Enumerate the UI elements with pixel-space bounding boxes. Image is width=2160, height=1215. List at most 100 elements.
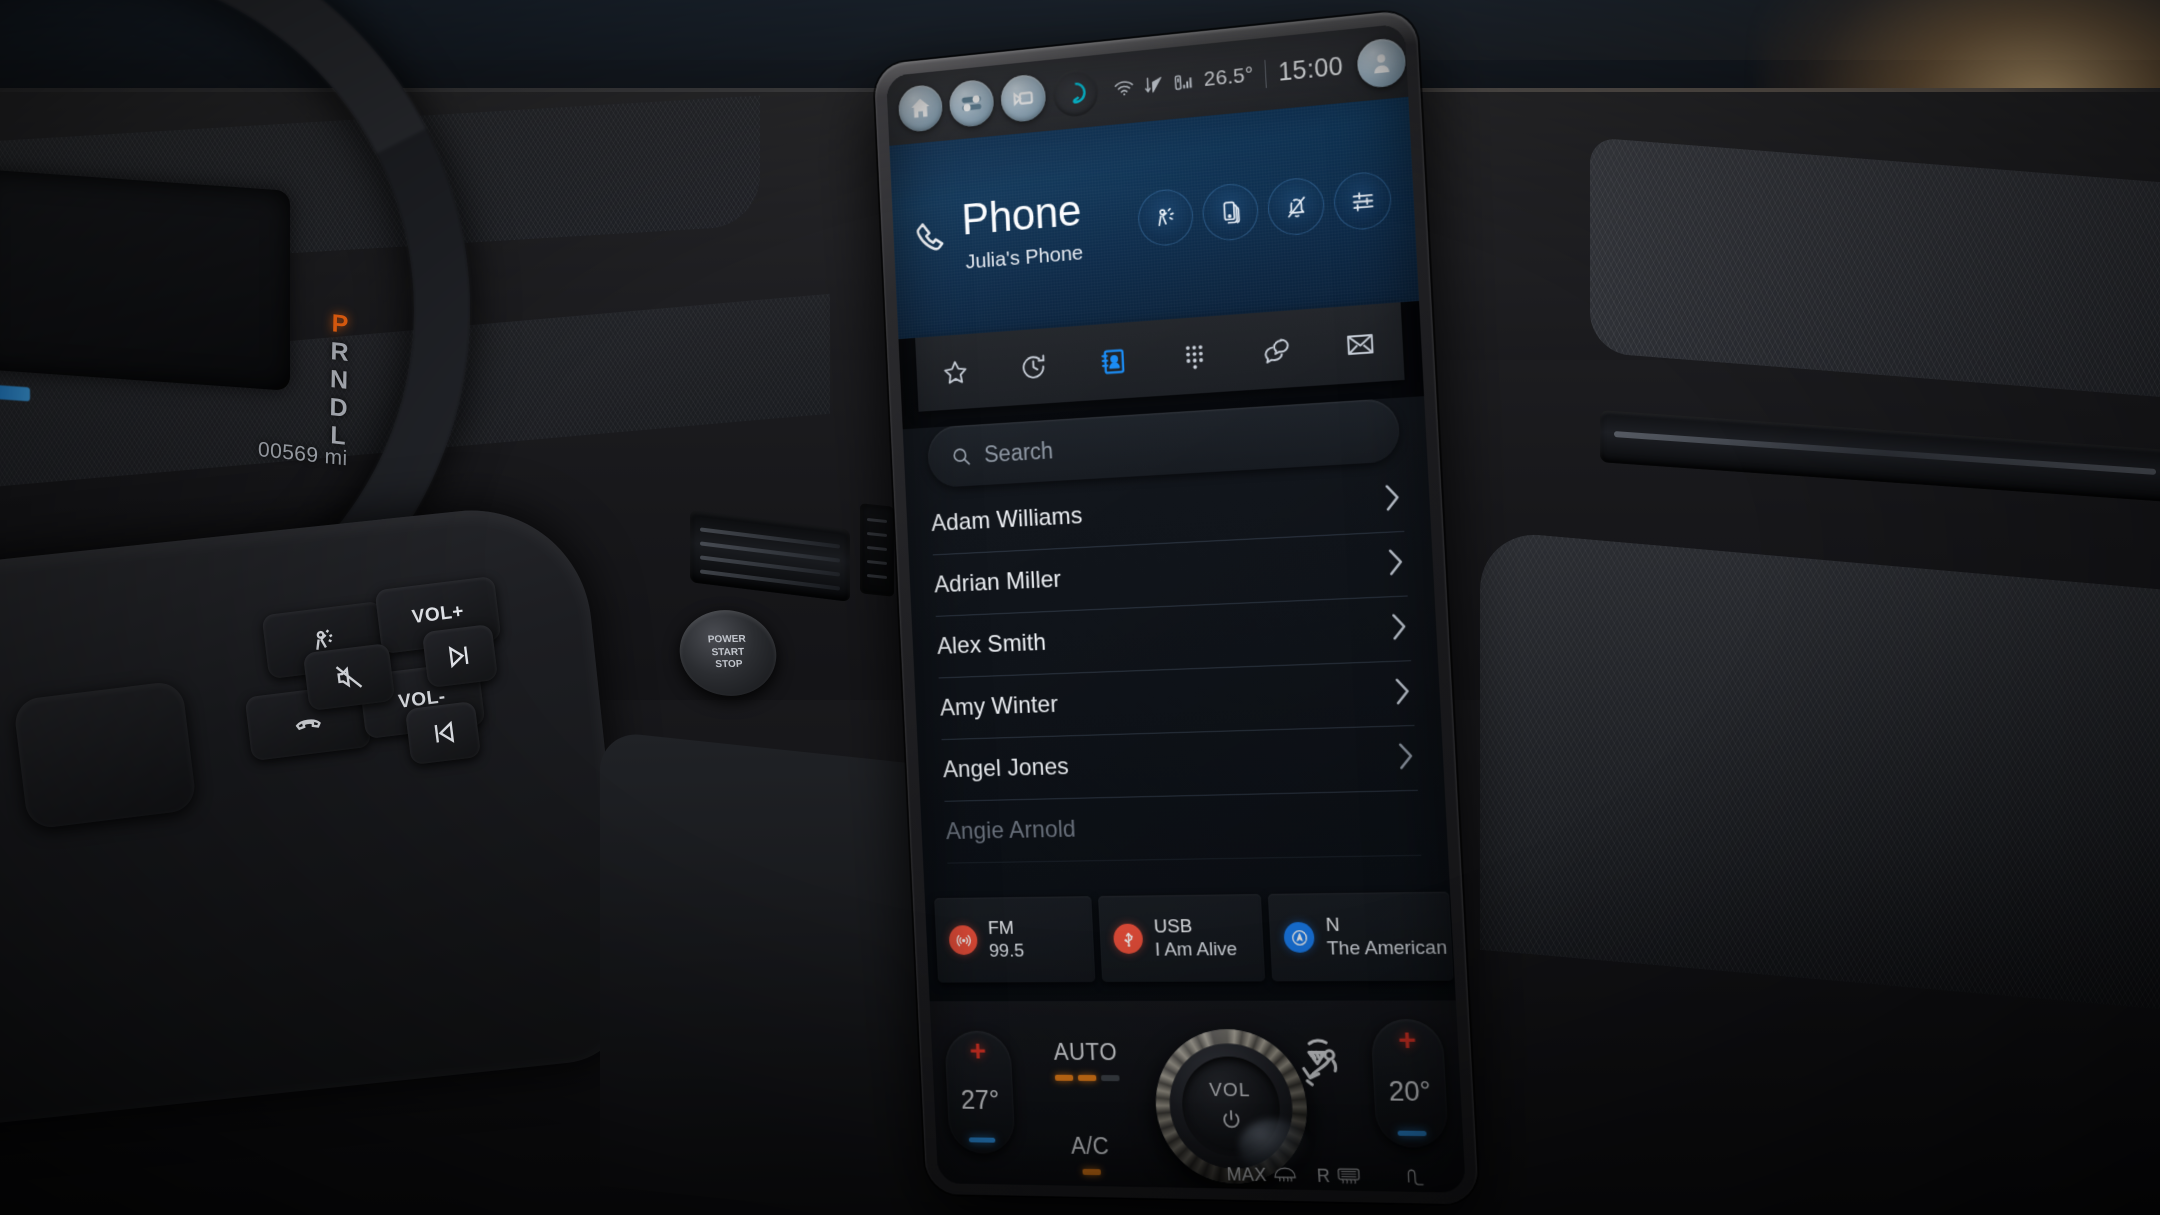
phone-stack-icon <box>1216 197 1244 226</box>
envelope-icon <box>1344 327 1377 361</box>
person-speaking-icon <box>1152 203 1180 232</box>
chevron-right-icon <box>1389 610 1410 647</box>
tab-contacts[interactable] <box>1071 321 1155 402</box>
search-input[interactable]: Search <box>984 437 1054 468</box>
cellular-signal-icon <box>1175 75 1192 90</box>
max-defrost-button[interactable]: MAX <box>1226 1163 1299 1193</box>
driver-temp-value: 27° <box>960 1084 1001 1116</box>
phone-settings-button[interactable] <box>1332 170 1393 232</box>
chevron-right-icon <box>1396 740 1417 777</box>
previous-track-icon <box>434 720 455 743</box>
contacts-panel: Search Adam Williams Adrian Miller Alex … <box>902 396 1450 892</box>
end-call-icon <box>295 719 321 731</box>
phone-title-block: Phone Julia's Phone <box>960 185 1084 274</box>
connected-device-name: Julia's Phone <box>965 240 1084 274</box>
driver-temperature[interactable]: + 27° <box>944 1030 1016 1154</box>
caller-voice-button[interactable] <box>1136 187 1195 248</box>
tab-email[interactable] <box>1316 302 1405 385</box>
chevron-right-icon <box>1382 481 1403 518</box>
defrost-controls: MAX R <box>1226 1163 1453 1193</box>
passenger-lower-panel <box>1480 529 2160 1011</box>
fm-radio-text: FM 99.5 <box>988 918 1025 962</box>
auto-label: AUTO <box>1053 1038 1118 1066</box>
ac-segments <box>1039 1168 1143 1176</box>
settings-button[interactable] <box>948 77 995 128</box>
tab-recents[interactable] <box>993 326 1076 406</box>
contacts-list: Adam Williams Adrian Miller Alex Smith A… <box>929 467 1422 864</box>
clock-display: 15:00 <box>1277 51 1344 87</box>
usb-media-card[interactable]: USB I Am Alive <box>1098 894 1266 982</box>
swc-prev-track-button[interactable] <box>404 700 482 766</box>
voice-assistant-button[interactable] <box>1051 67 1100 118</box>
phone-header-titles: Phone Julia's Phone <box>912 175 1084 278</box>
list-item[interactable]: Angel Jones <box>941 725 1418 802</box>
projection-button[interactable] <box>999 72 1047 123</box>
status-indicators: 26.5° 15:00 <box>1113 52 1344 104</box>
bell-off-icon <box>1282 192 1310 222</box>
ac-segment-1 <box>1081 1168 1101 1176</box>
media-source-label: FM <box>987 917 1015 939</box>
passenger-heated-seat-button[interactable] <box>1381 1165 1453 1192</box>
navigation-card[interactable]: N The American Rd. <box>1267 891 1456 982</box>
contact-name: Adrian Miller <box>933 565 1062 599</box>
do-not-disturb-button[interactable] <box>1266 175 1326 238</box>
manage-devices-button[interactable] <box>1201 181 1260 243</box>
auto-segment-3 <box>1100 1075 1120 1082</box>
auto-segment-2 <box>1077 1074 1096 1082</box>
infotainment-touchscreen: 26.5° 15:00 Phone Julia's Phone Search A… <box>873 9 1480 1205</box>
media-detail-label: 99.5 <box>988 940 1025 962</box>
user-profile-avatar[interactable] <box>1356 36 1407 89</box>
statusbar-divider <box>1264 59 1268 89</box>
passenger-dash-panel <box>1590 137 2160 398</box>
steering-wheel-airbag-pad <box>12 680 198 830</box>
console-side-vent[interactable] <box>860 503 894 597</box>
tab-dialpad[interactable] <box>1152 315 1237 397</box>
start-line-2: START <box>711 646 745 659</box>
avatar-person-icon <box>1373 53 1390 74</box>
swc-mute-button[interactable] <box>302 642 396 712</box>
windshield-defrost-icon <box>1271 1164 1298 1187</box>
ac-button[interactable]: A/C <box>1038 1132 1144 1176</box>
airflow-direction-icon <box>1290 1031 1354 1093</box>
sliders-icon <box>1348 186 1377 216</box>
radio-broadcast-icon <box>948 925 978 955</box>
auto-segments <box>1035 1074 1139 1082</box>
passenger-temp-value: 20° <box>1388 1075 1432 1108</box>
driver-temp-increase-button[interactable]: + <box>969 1035 987 1068</box>
contact-name: Angel Jones <box>942 753 1070 784</box>
rear-defrost-label: R <box>1316 1164 1331 1186</box>
swc-next-track-button[interactable] <box>421 623 499 689</box>
airflow-direction-button[interactable] <box>1290 1031 1354 1098</box>
power-icon <box>1218 1107 1245 1134</box>
rear-defrost-button[interactable]: R <box>1316 1164 1363 1192</box>
home-button[interactable] <box>897 83 944 133</box>
driver-temp-decrease-button[interactable] <box>968 1137 996 1143</box>
media-detail-label: I Am Alive <box>1154 938 1238 961</box>
contacts-book-icon <box>1098 345 1129 378</box>
max-defrost-label: MAX <box>1226 1163 1268 1185</box>
navigation-text: N The American Rd. <box>1325 913 1456 960</box>
screen-display: 26.5° 15:00 Phone Julia's Phone Search A… <box>886 23 1466 1193</box>
phone-header-actions <box>1136 160 1393 248</box>
clock-icon <box>1018 350 1049 383</box>
auto-segment-1 <box>1054 1074 1073 1081</box>
dialpad-icon <box>1185 344 1203 369</box>
tab-messages[interactable] <box>1233 308 1320 390</box>
alexa-icon <box>1062 78 1089 107</box>
outside-temperature: 26.5° <box>1203 63 1255 92</box>
chat-bubbles-icon <box>1260 333 1293 366</box>
page-title: Phone <box>960 185 1083 244</box>
passenger-seat-row <box>1403 1166 1429 1193</box>
fm-radio-card[interactable]: FM 99.5 <box>934 896 1096 983</box>
passenger-temp-increase-button[interactable]: + <box>1397 1023 1417 1057</box>
chevron-right-icon <box>1392 675 1413 712</box>
home-icon <box>911 97 930 118</box>
tab-favorites[interactable] <box>915 332 996 411</box>
gps-data-icon <box>1143 73 1165 97</box>
auto-climate-button[interactable]: AUTO <box>1033 1038 1139 1082</box>
list-item[interactable]: Angie Arnold <box>944 790 1422 864</box>
passenger-temp-decrease-button[interactable] <box>1397 1130 1427 1137</box>
passenger-temperature[interactable]: + 20° <box>1370 1019 1449 1148</box>
volume-knob[interactable]: VOL <box>1152 1029 1313 1185</box>
nav-direction-label: N <box>1325 914 1341 936</box>
